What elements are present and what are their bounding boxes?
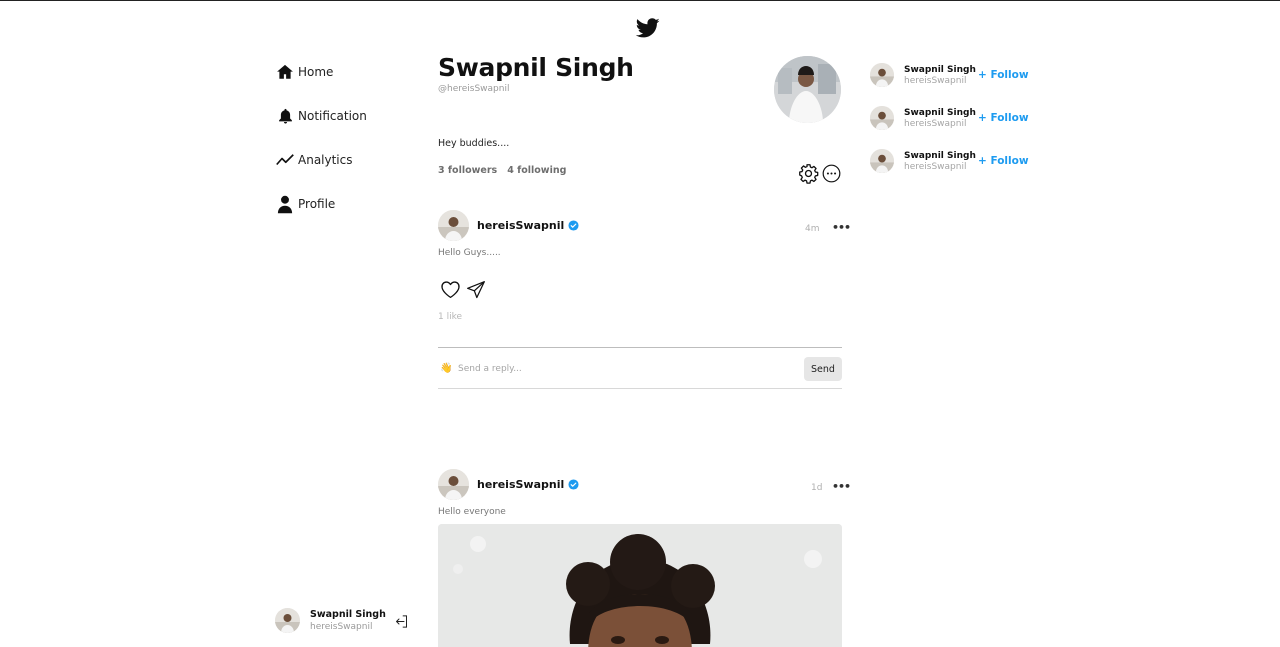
suggestion-name: Swapnil Singh bbox=[904, 107, 976, 118]
post-timestamp: 1d bbox=[811, 483, 823, 493]
home-icon bbox=[275, 62, 295, 82]
suggestion-name: Swapnil Singh bbox=[904, 64, 976, 75]
wave-emoji-icon[interactable]: 👋 bbox=[440, 363, 452, 374]
current-user-handle: hereisSwapnil bbox=[310, 622, 373, 632]
nav-item-analytics[interactable]: Analytics bbox=[275, 149, 435, 171]
current-user-card[interactable]: Swapnil Singh hereisSwapnil bbox=[275, 608, 386, 633]
avatar[interactable] bbox=[870, 63, 894, 87]
profile-name: Swapnil Singh bbox=[438, 53, 634, 82]
post-menu-button[interactable]: ••• bbox=[832, 221, 851, 234]
more-options-icon[interactable] bbox=[822, 164, 841, 183]
verified-badge-icon bbox=[568, 220, 579, 231]
post-image[interactable] bbox=[438, 524, 842, 647]
nav-item-profile[interactable]: Profile bbox=[275, 193, 435, 215]
follow-button[interactable]: + Follow bbox=[978, 155, 1029, 167]
profile-stats: 3 followers 4 following bbox=[438, 165, 576, 176]
followers-count[interactable]: 3 followers bbox=[438, 165, 497, 176]
reply-composer: 👋 Send bbox=[438, 347, 842, 389]
heart-icon[interactable] bbox=[440, 279, 461, 300]
suggestion-item: Swapnil Singh hereisSwapnil + Follow bbox=[870, 146, 1030, 176]
avatar[interactable] bbox=[438, 469, 469, 500]
share-send-icon[interactable] bbox=[466, 280, 486, 300]
profile-handle: @hereisSwapnil bbox=[438, 84, 510, 94]
suggestion-handle: hereisSwapnil bbox=[904, 161, 967, 172]
avatar bbox=[275, 608, 300, 633]
suggestion-handle: hereisSwapnil bbox=[904, 118, 967, 129]
follow-button[interactable]: + Follow bbox=[978, 112, 1029, 124]
like-count: 1 like bbox=[438, 312, 463, 322]
post-text: Hello Guys..... bbox=[438, 248, 501, 258]
avatar[interactable] bbox=[870, 149, 894, 173]
post-header: hereisSwapnil bbox=[438, 469, 579, 500]
post-menu-button[interactable]: ••• bbox=[832, 480, 851, 493]
post-text: Hello everyone bbox=[438, 507, 506, 517]
current-user-name: Swapnil Singh bbox=[310, 609, 386, 620]
logout-icon[interactable] bbox=[394, 614, 409, 629]
send-reply-button[interactable]: Send bbox=[804, 357, 842, 381]
post-timestamp: 4m bbox=[805, 224, 820, 234]
post-header: hereisSwapnil bbox=[438, 210, 579, 241]
verified-badge-icon bbox=[568, 479, 579, 490]
nav-label: Notification bbox=[298, 109, 367, 123]
person-icon bbox=[275, 194, 295, 214]
post-username[interactable]: hereisSwapnil bbox=[477, 478, 564, 491]
nav-label: Home bbox=[298, 65, 334, 79]
avatar[interactable] bbox=[438, 210, 469, 241]
suggestion-name: Swapnil Singh bbox=[904, 150, 976, 161]
suggestion-item: Swapnil Singh hereisSwapnil + Follow bbox=[870, 60, 1030, 90]
nav-item-notification[interactable]: Notification bbox=[275, 105, 435, 127]
sidebar-nav: Home Notification Analytics Profile bbox=[275, 61, 435, 237]
profile-avatar bbox=[774, 56, 841, 123]
follow-button[interactable]: + Follow bbox=[978, 69, 1029, 81]
avatar[interactable] bbox=[870, 106, 894, 130]
following-count[interactable]: 4 following bbox=[507, 165, 566, 176]
nav-item-home[interactable]: Home bbox=[275, 61, 435, 83]
nav-label: Profile bbox=[298, 197, 336, 211]
suggestion-item: Swapnil Singh hereisSwapnil + Follow bbox=[870, 103, 1030, 133]
nav-label: Analytics bbox=[298, 153, 353, 167]
suggestion-handle: hereisSwapnil bbox=[904, 75, 967, 86]
twitter-bird-icon[interactable] bbox=[635, 16, 661, 40]
bell-icon bbox=[275, 106, 295, 126]
profile-bio: Hey buddies.... bbox=[438, 138, 510, 149]
gear-icon[interactable] bbox=[798, 163, 819, 184]
trend-icon bbox=[275, 150, 295, 170]
reply-input[interactable] bbox=[458, 361, 788, 377]
post-username[interactable]: hereisSwapnil bbox=[477, 219, 564, 232]
